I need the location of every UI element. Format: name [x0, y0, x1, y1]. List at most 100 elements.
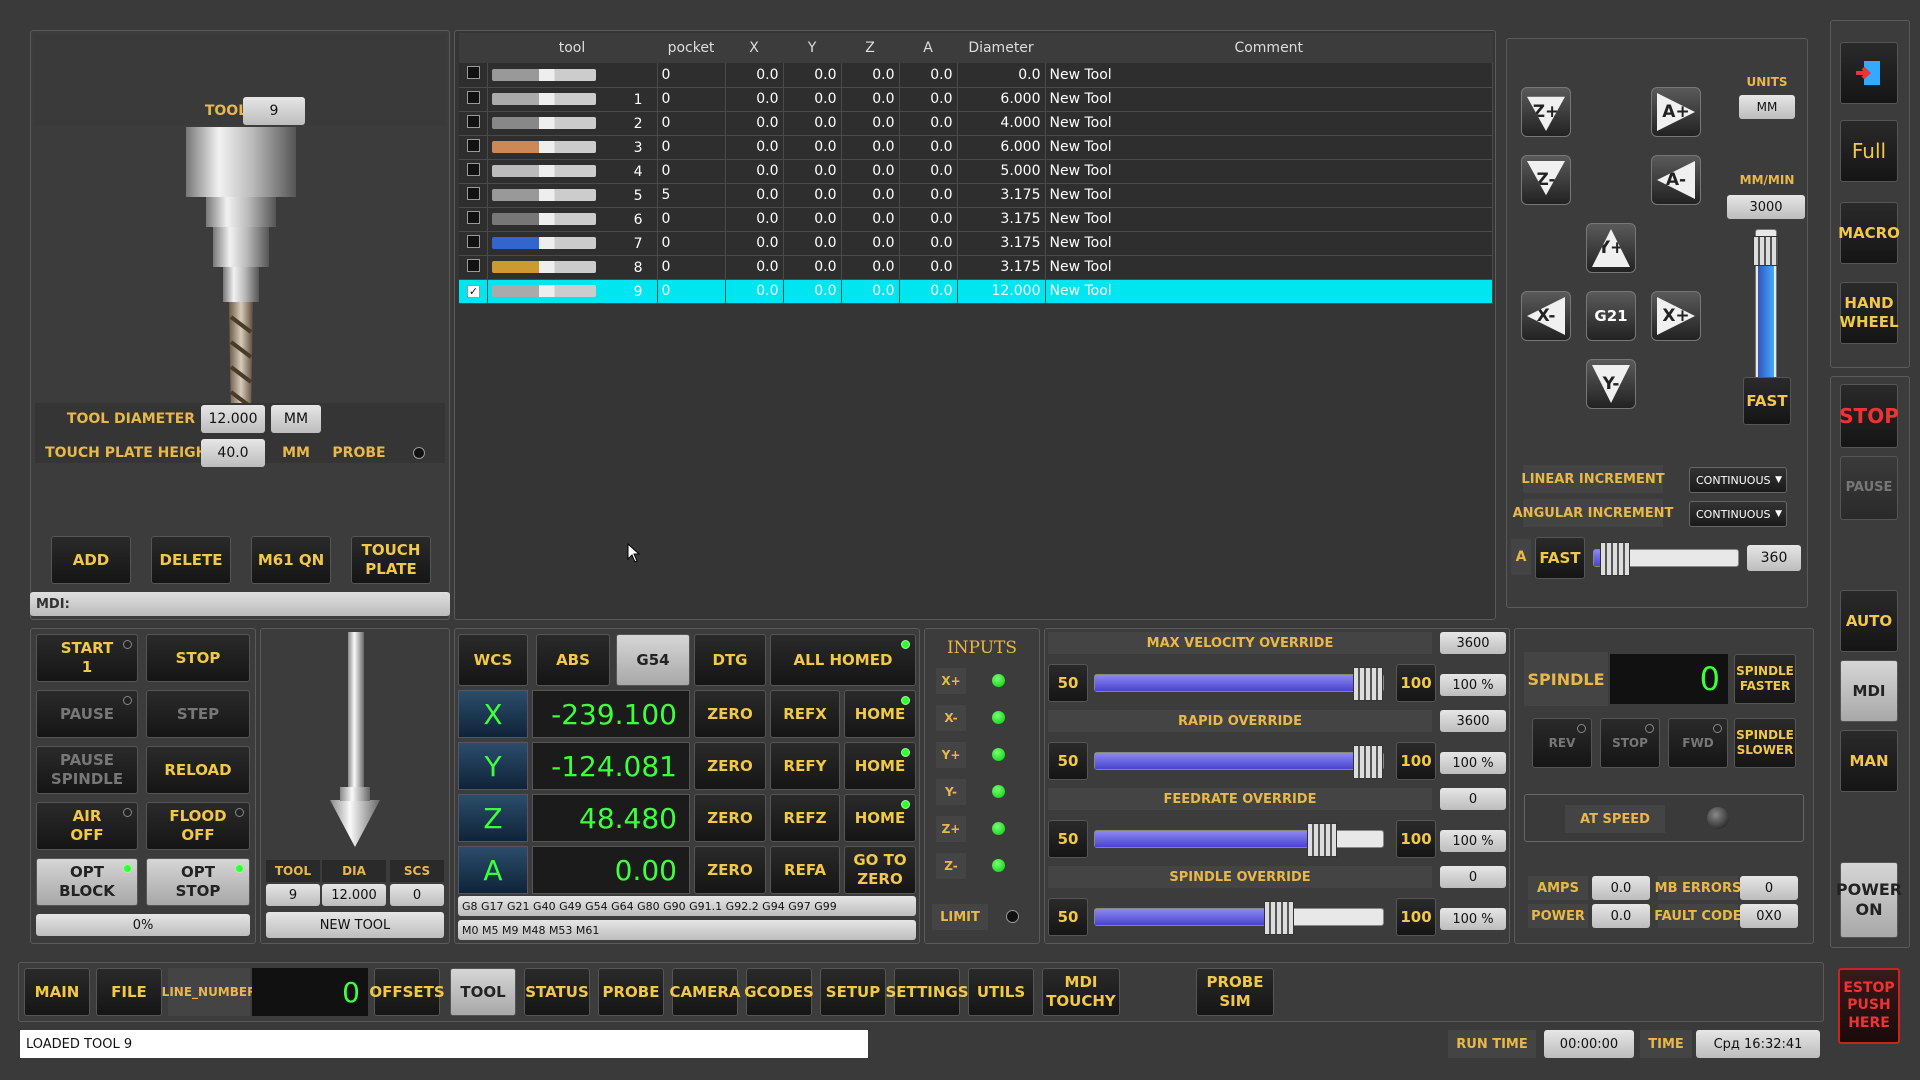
stop-button[interactable]: STOP — [1839, 384, 1899, 448]
tab-setup[interactable]: SETUP — [820, 968, 886, 1016]
z-cell[interactable]: 0.0 — [841, 159, 900, 183]
jog-z-plus-button[interactable]: Z+ — [1521, 87, 1571, 137]
table-row[interactable]: 0 0.0 0.0 0.0 0.0 0.0 New Tool — [459, 63, 1493, 87]
comment-cell[interactable]: New Tool — [1045, 87, 1493, 111]
max-velocity-override-min-button[interactable]: 50 — [1048, 664, 1088, 702]
diameter-cell[interactable]: 12.000 — [957, 279, 1046, 303]
tab-tool[interactable]: TOOL — [450, 968, 516, 1016]
tab-status[interactable]: STATUS — [524, 968, 590, 1016]
spindle-faster-button[interactable]: SPINDLE FASTER — [1734, 654, 1796, 704]
comment-cell[interactable]: New Tool — [1045, 159, 1493, 183]
jog-z-minus-button[interactable]: Z- — [1521, 155, 1571, 205]
comment-cell[interactable]: New Tool — [1045, 279, 1493, 303]
tab-file[interactable]: FILE — [96, 968, 162, 1016]
spindle-override-slider[interactable] — [1094, 901, 1384, 935]
a-cell[interactable]: 0.0 — [899, 183, 958, 207]
pocket-cell[interactable]: 5 — [657, 183, 726, 207]
comment-cell[interactable]: New Tool — [1045, 135, 1493, 159]
tool-cell[interactable]: 6 — [487, 207, 658, 231]
diameter-cell[interactable]: 6.000 — [957, 87, 1046, 111]
a-cell[interactable]: 0.0 — [899, 159, 958, 183]
checkbox[interactable] — [459, 135, 488, 159]
g54-button[interactable]: G54 — [616, 634, 690, 686]
estop-button[interactable]: ESTOP PUSH HERE — [1838, 968, 1900, 1044]
z-cell[interactable]: 0.0 — [841, 279, 900, 303]
a-cell[interactable]: 0.0 — [899, 135, 958, 159]
home-y-button[interactable]: HOME — [844, 742, 916, 790]
tab-mdi-touchy[interactable]: MDI TOUCHY — [1042, 968, 1120, 1016]
manual-mode-button[interactable]: MAN — [1840, 730, 1898, 792]
diameter-cell[interactable]: 5.000 — [957, 159, 1046, 183]
diameter-cell[interactable]: 3.175 — [957, 255, 1046, 279]
diameter-cell[interactable]: 0.0 — [957, 63, 1046, 87]
header-pocket[interactable]: pocket — [657, 33, 725, 63]
header-y[interactable]: Y — [783, 33, 841, 63]
jog-y-plus-button[interactable]: Y+ — [1586, 223, 1636, 273]
feedrate-override-min-button[interactable]: 50 — [1048, 820, 1088, 858]
y-cell[interactable]: 0.0 — [783, 63, 842, 87]
rapid-override-max-button[interactable]: 100 — [1396, 742, 1436, 780]
zero-a-button[interactable]: ZERO — [694, 846, 766, 894]
a-cell[interactable]: 0.0 — [899, 231, 958, 255]
pause-spindle-button[interactable]: PAUSE SPINDLE — [36, 746, 138, 794]
pocket-cell[interactable]: 0 — [657, 111, 726, 135]
checkbox[interactable] — [459, 87, 488, 111]
pocket-cell[interactable]: 0 — [657, 279, 726, 303]
comment-cell[interactable]: New Tool — [1045, 255, 1493, 279]
table-row[interactable]: 1 0 0.0 0.0 0.0 0.0 6.000 New Tool — [459, 87, 1493, 111]
tab-probe[interactable]: PROBE — [598, 968, 664, 1016]
a-cell[interactable]: 0.0 — [899, 207, 958, 231]
power-on-button[interactable]: POWER ON — [1836, 862, 1902, 938]
y-cell[interactable]: 0.0 — [783, 279, 842, 303]
x-cell[interactable]: 0.0 — [725, 111, 784, 135]
comment-cell[interactable]: New Tool — [1045, 207, 1493, 231]
comment-cell[interactable]: New Tool — [1045, 63, 1493, 87]
home-z-button[interactable]: HOME — [844, 794, 916, 842]
max-velocity-override-slider[interactable] — [1094, 667, 1384, 701]
tab-offsets[interactable]: OFFSETS — [369, 968, 445, 1016]
pocket-cell[interactable]: 0 — [657, 231, 726, 255]
touch-plate-button[interactable]: TOUCH PLATE — [351, 536, 431, 584]
delete-tool-button[interactable]: DELETE — [151, 536, 231, 584]
touch-plate-height-value[interactable]: 40.0 — [201, 439, 265, 467]
angular-increment-select[interactable]: CONTINUOUS ▼ — [1689, 501, 1787, 527]
header-a[interactable]: A — [899, 33, 957, 63]
checkbox[interactable] — [459, 111, 488, 135]
jog-a-plus-button[interactable]: A+ — [1651, 87, 1701, 137]
tab-probe-sim[interactable]: PROBE SIM — [1196, 968, 1274, 1016]
jog-x-minus-button[interactable]: X- — [1521, 291, 1571, 341]
tab-camera[interactable]: CAMERA — [670, 968, 740, 1016]
comment-cell[interactable]: New Tool — [1045, 111, 1493, 135]
checkbox-icon[interactable] — [467, 66, 480, 80]
checkbox-icon[interactable]: ✓ — [467, 285, 480, 298]
diameter-cell[interactable]: 3.175 — [957, 231, 1046, 255]
tab-utils[interactable]: UTILS — [968, 968, 1034, 1016]
y-cell[interactable]: 0.0 — [783, 183, 842, 207]
a-cell[interactable]: 0.0 — [899, 255, 958, 279]
spindle-rev-button[interactable]: REV — [1532, 718, 1592, 768]
x-cell[interactable]: 0.0 — [725, 207, 784, 231]
jog-y-minus-button[interactable]: Y- — [1586, 359, 1636, 409]
checkbox[interactable] — [459, 207, 488, 231]
handwheel-button[interactable]: HAND WHEEL — [1839, 282, 1899, 344]
y-cell[interactable]: 0.0 — [783, 111, 842, 135]
diameter-cell[interactable]: 6.000 — [957, 135, 1046, 159]
z-cell[interactable]: 0.0 — [841, 63, 900, 87]
abs-button[interactable]: ABS — [536, 634, 610, 686]
zero-y-button[interactable]: ZERO — [694, 742, 766, 790]
a-cell[interactable]: 0.0 — [899, 87, 958, 111]
m61-qn-button[interactable]: M61 QN — [251, 536, 331, 584]
checkbox[interactable] — [459, 183, 488, 207]
mdi-mode-button[interactable]: MDI — [1840, 660, 1898, 722]
run-stop-button[interactable]: STOP — [146, 634, 250, 682]
tool-cell[interactable]: 2 — [487, 111, 658, 135]
max-velocity-override-max-button[interactable]: 100 — [1396, 664, 1436, 702]
tab-main[interactable]: MAIN — [24, 968, 90, 1016]
run-pause-button[interactable]: PAUSE — [36, 690, 138, 738]
tool-cell[interactable]: 8 — [487, 255, 658, 279]
checkbox[interactable] — [459, 159, 488, 183]
x-cell[interactable]: 0.0 — [725, 87, 784, 111]
checkbox-icon[interactable] — [467, 90, 480, 104]
checkbox[interactable] — [459, 255, 488, 279]
opt-block-button[interactable]: OPT BLOCK — [36, 858, 138, 906]
